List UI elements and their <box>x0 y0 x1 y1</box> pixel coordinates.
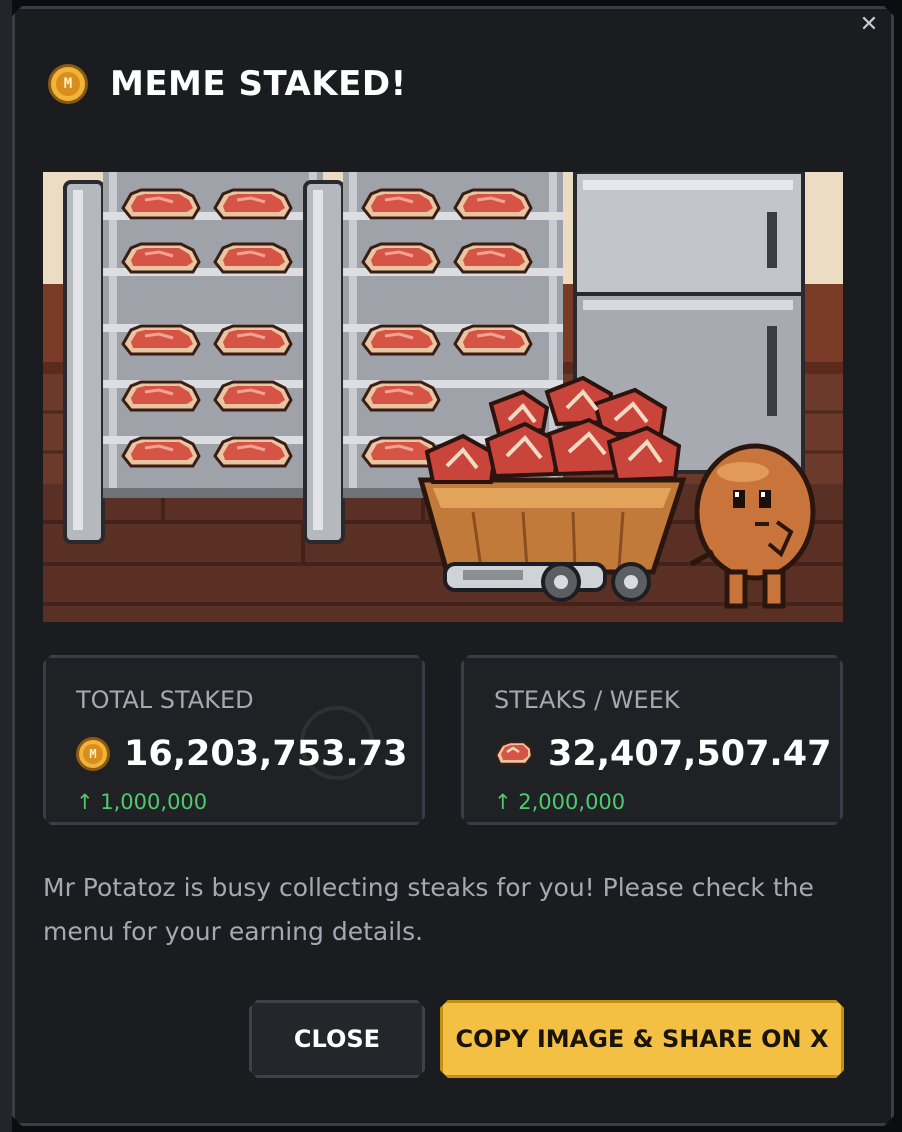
potatoz-steak-illustration <box>43 172 843 622</box>
meme-coin-icon: M <box>76 737 110 771</box>
steaks-per-week-value-row: 32,407,507.47 <box>494 734 831 774</box>
modal-title: MEME STAKED! <box>110 64 407 104</box>
steak-icon <box>494 739 534 769</box>
total-staked-value: 16,203,753.73 <box>124 734 408 774</box>
steaks-per-week-delta: ↑ 2,000,000 <box>494 790 626 814</box>
steaks-per-week-value: 32,407,507.47 <box>548 734 832 774</box>
meme-coin-icon: M <box>48 64 88 104</box>
steaks-per-week-label: STEAKS / WEEK <box>494 686 680 714</box>
close-button[interactable]: CLOSE <box>249 1000 425 1078</box>
total-staked-value-row: M 16,203,753.73 <box>76 734 407 774</box>
total-staked-card: TOTAL STAKED M 16,203,753.73 ↑ 1,000,000 <box>43 655 425 825</box>
total-staked-label: TOTAL STAKED <box>76 686 254 714</box>
close-icon[interactable]: ✕ <box>859 15 879 35</box>
copy-image-share-button[interactable]: COPY IMAGE & SHARE ON X <box>440 1000 844 1078</box>
backdrop-edge <box>0 0 12 1132</box>
modal-header: M MEME STAKED! <box>48 64 407 104</box>
steaks-per-week-card: STEAKS / WEEK 32,407,507.47 ↑ 2,000,000 <box>461 655 843 825</box>
stake-description: Mr Potatoz is busy collecting steaks for… <box>43 873 814 946</box>
total-staked-delta: ↑ 1,000,000 <box>76 790 208 814</box>
